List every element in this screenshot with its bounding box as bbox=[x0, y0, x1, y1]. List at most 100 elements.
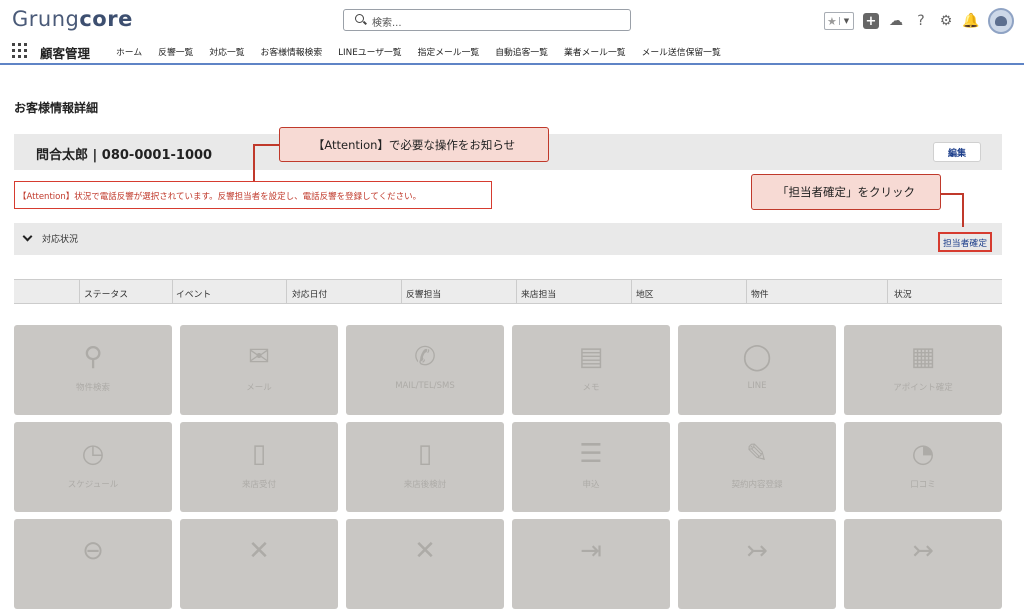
action-tile[interactable]: ◔ 口コミ bbox=[844, 422, 1002, 512]
app-nav-bar: 顧客管理 ホーム 反響一覧 対応一覧 お客様情報検索 LINEユーザ一覧 指定メール一覧 自… bbox=[0, 38, 1024, 65]
tile-label: アポイント確定 bbox=[893, 383, 953, 393]
action-tile[interactable]: ✉ メール bbox=[180, 325, 338, 415]
forward-icon: ↣ bbox=[746, 536, 768, 566]
column-header[interactable]: ステータス bbox=[84, 287, 128, 300]
app-launcher-icon[interactable] bbox=[12, 43, 27, 58]
cloud-icon[interactable]: ☁ bbox=[888, 13, 904, 29]
plus-icon[interactable]: + bbox=[863, 13, 879, 29]
tile-label: 契約内容登録 bbox=[731, 480, 783, 490]
edit-button[interactable]: 編集 bbox=[933, 142, 981, 162]
column-header[interactable]: イベント bbox=[176, 287, 211, 300]
record-name: 問合太郎 | 080-0001-1000 bbox=[36, 148, 213, 163]
phone-icon: ✆ bbox=[414, 342, 436, 372]
action-tile[interactable]: ✎ 契約内容登録 bbox=[678, 422, 836, 512]
gear-icon[interactable]: ⚙ bbox=[938, 13, 954, 29]
column-header[interactable]: 物件 bbox=[751, 287, 769, 300]
contract-icon: ✎ bbox=[746, 439, 768, 469]
exit-icon: ⇥ bbox=[580, 536, 602, 566]
bell-icon[interactable]: 🔔 bbox=[962, 13, 979, 29]
action-tile[interactable]: ⚲ 物件検索 bbox=[14, 325, 172, 415]
tile-label: 口コミ bbox=[910, 480, 936, 490]
action-tile[interactable]: ✕ bbox=[346, 519, 504, 609]
search-icon bbox=[355, 14, 364, 23]
callout-connector bbox=[941, 193, 963, 195]
action-tile[interactable]: ↣ bbox=[844, 519, 1002, 609]
nav-links: ホーム 反響一覧 対応一覧 お客様情報検索 LINEユーザ一覧 指定メール一覧 自動追客一覧… bbox=[116, 45, 721, 58]
status-section: 対応状況 担当者確定 bbox=[14, 223, 1002, 255]
column-divider bbox=[516, 280, 517, 303]
action-tile[interactable]: ▯ 来店後検討 bbox=[346, 422, 504, 512]
favorites-button[interactable]: ★ ▼ bbox=[824, 12, 854, 30]
top-header: Grungcore 検索... ★ ▼ + ☁ ? ⚙ 🔔 bbox=[0, 0, 1024, 38]
nav-link[interactable]: 自動追客一覧 bbox=[495, 45, 548, 58]
action-tile[interactable]: ▦ アポイント確定 bbox=[844, 325, 1002, 415]
door-icon: ▯ bbox=[417, 439, 433, 469]
nav-link[interactable]: お客様情報検索 bbox=[261, 45, 323, 58]
checklist-icon: ☰ bbox=[579, 439, 603, 469]
nav-link[interactable]: ホーム bbox=[116, 45, 142, 58]
tile-label: 申込 bbox=[582, 480, 600, 490]
callout-connector bbox=[253, 144, 280, 146]
logo[interactable]: Grungcore bbox=[12, 7, 133, 31]
x-icon: ✕ bbox=[248, 536, 270, 566]
action-tile[interactable]: ✆ MAIL/TEL/SMS bbox=[346, 325, 504, 415]
status-section-label[interactable]: 対応状況 bbox=[42, 232, 78, 245]
action-tile[interactable]: ☰ 申込 bbox=[512, 422, 670, 512]
app-name: 顧客管理 bbox=[40, 46, 91, 61]
column-divider bbox=[172, 280, 173, 303]
nav-link[interactable]: 対応一覧 bbox=[209, 45, 244, 58]
action-tile[interactable]: ✕ bbox=[180, 519, 338, 609]
star-icon: ★ bbox=[827, 14, 837, 28]
action-tile[interactable]: ⇥ bbox=[512, 519, 670, 609]
callout-connector bbox=[253, 144, 255, 181]
tile-label: MAIL/TEL/SMS bbox=[395, 381, 455, 391]
page-title: お客様情報詳細 bbox=[14, 101, 99, 115]
minus-circle-icon: ⊖ bbox=[82, 536, 104, 566]
column-header[interactable]: 対応日付 bbox=[292, 287, 327, 300]
tile-label: スケジュール bbox=[67, 480, 119, 490]
help-icon[interactable]: ? bbox=[913, 13, 929, 29]
column-divider bbox=[631, 280, 632, 303]
header-utility-icons: ★ ▼ + ☁ ? ⚙ 🔔 bbox=[824, 8, 1014, 34]
door-icon: ▯ bbox=[251, 439, 267, 469]
confirm-assignee-link[interactable]: 担当者確定 bbox=[938, 232, 992, 252]
column-header[interactable]: 地区 bbox=[636, 287, 654, 300]
x-icon: ✕ bbox=[414, 536, 436, 566]
action-tile[interactable]: ▤ メモ bbox=[512, 325, 670, 415]
action-tile[interactable]: ◯ LINE bbox=[678, 325, 836, 415]
column-header[interactable]: 反響担当 bbox=[406, 287, 441, 300]
nav-link[interactable]: 指定メール一覧 bbox=[418, 45, 480, 58]
tile-label: メモ bbox=[582, 383, 600, 393]
avatar[interactable] bbox=[988, 8, 1014, 34]
callout-attention: 【Attention】で必要な操作をお知らせ bbox=[279, 127, 549, 162]
search-icon: ⚲ bbox=[83, 342, 103, 372]
callout-connector bbox=[962, 193, 964, 227]
clock-icon: ◷ bbox=[81, 439, 105, 469]
tile-label: 来店後検討 bbox=[403, 480, 447, 490]
table-header: ステータス イベント 対応日付 反響担当 来店担当 地区 物件 状況 bbox=[14, 279, 1002, 304]
action-tile[interactable]: ▯ 来店受付 bbox=[180, 422, 338, 512]
column-divider bbox=[79, 280, 80, 303]
callout-confirm: 「担当者確定」をクリック bbox=[751, 174, 941, 210]
calendar-icon: ▦ bbox=[910, 342, 936, 372]
column-divider bbox=[887, 280, 888, 303]
column-header[interactable]: 状況 bbox=[894, 287, 912, 300]
column-divider bbox=[286, 280, 287, 303]
attention-message: 【Attention】状況で電話反響が選択されています。反響担当者を設定し、電話… bbox=[14, 181, 492, 209]
column-header[interactable]: 来店担当 bbox=[521, 287, 556, 300]
chevron-down-icon: ▼ bbox=[838, 17, 853, 25]
mail-icon: ✉ bbox=[248, 342, 270, 372]
chevron-down-icon[interactable] bbox=[22, 231, 33, 242]
line-icon: ◯ bbox=[742, 342, 772, 372]
action-tile[interactable]: ⊖ bbox=[14, 519, 172, 609]
forward-icon: ↣ bbox=[912, 536, 934, 566]
nav-link[interactable]: メール送信保留一覧 bbox=[642, 45, 721, 58]
tile-label: LINE bbox=[747, 381, 767, 391]
search-placeholder: 検索... bbox=[372, 18, 402, 29]
nav-link[interactable]: LINEユーザ一覧 bbox=[338, 45, 401, 58]
action-tile[interactable]: ↣ bbox=[678, 519, 836, 609]
action-tile[interactable]: ◷ スケジュール bbox=[14, 422, 172, 512]
nav-link[interactable]: 反響一覧 bbox=[158, 45, 193, 58]
nav-link[interactable]: 業者メール一覧 bbox=[564, 45, 626, 58]
search-input[interactable]: 検索... bbox=[343, 9, 631, 31]
